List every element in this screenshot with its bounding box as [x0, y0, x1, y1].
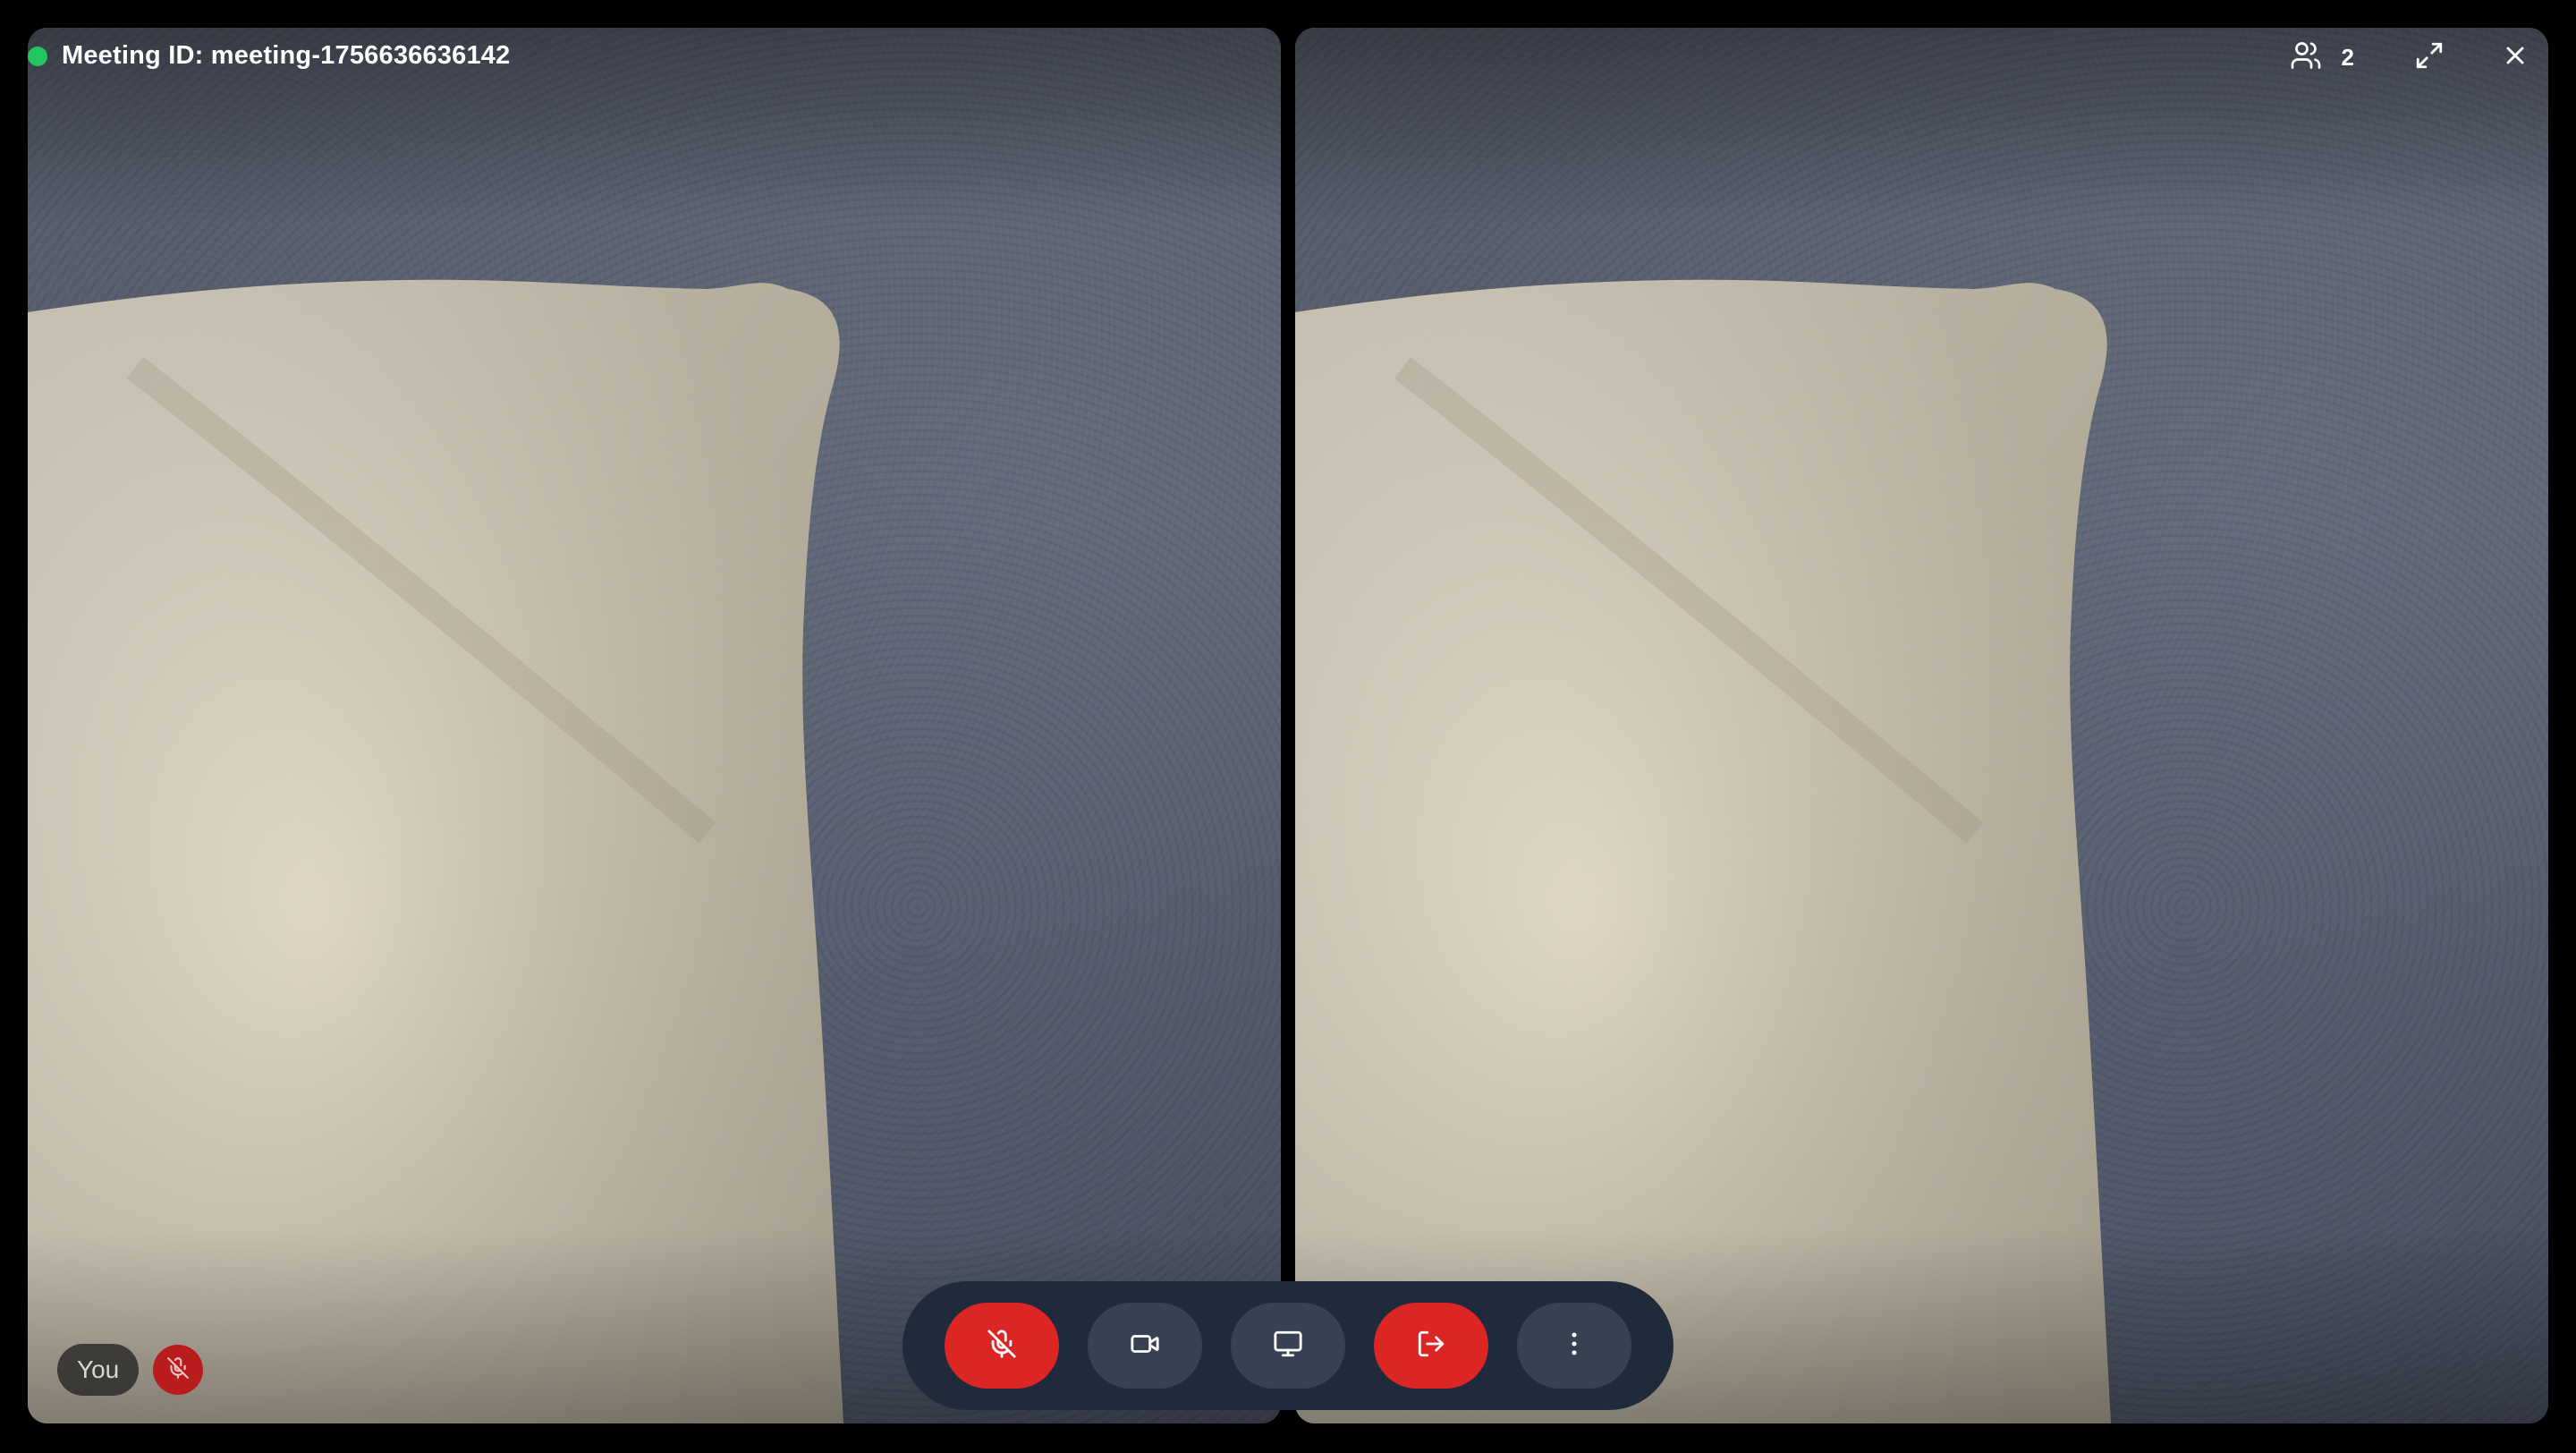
- logout-icon: [1416, 1329, 1446, 1364]
- users-icon: [2290, 39, 2322, 76]
- meeting-stage: Meeting ID: meeting-1756636636142 2 You: [0, 0, 2576, 1453]
- more-options-button[interactable]: [1517, 1303, 1631, 1389]
- participant-name-label: You: [57, 1344, 140, 1396]
- close-button[interactable]: [2490, 32, 2540, 82]
- top-right-controls: 2: [2290, 32, 2540, 82]
- leave-meeting-button[interactable]: [1374, 1303, 1488, 1389]
- participants-button[interactable]: 2: [2290, 32, 2354, 82]
- monitor-icon: [1273, 1329, 1303, 1364]
- muted-indicator: [153, 1345, 204, 1395]
- close-icon: [2501, 41, 2529, 74]
- screen-share-button[interactable]: [1231, 1303, 1345, 1389]
- call-control-bar: [902, 1281, 1674, 1410]
- video-feed-remote: [1295, 279, 2111, 1423]
- participant-count: 2: [2341, 43, 2354, 71]
- fullscreen-button[interactable]: [2404, 32, 2454, 82]
- video-tile-remote[interactable]: [1295, 28, 2548, 1423]
- meeting-id-label: Meeting ID: meeting-1756636636142: [62, 41, 511, 70]
- more-vertical-icon: [1559, 1329, 1589, 1364]
- video-icon: [1130, 1329, 1160, 1364]
- video-tile-local[interactable]: [28, 28, 1281, 1423]
- live-status-dot: [28, 46, 47, 66]
- camera-toggle-button[interactable]: [1088, 1303, 1202, 1389]
- mic-off-icon: [166, 1356, 190, 1384]
- video-feed-local: [28, 279, 843, 1423]
- expand-icon: [2414, 40, 2445, 75]
- mute-toggle-button[interactable]: [945, 1303, 1059, 1389]
- meeting-info: Meeting ID: meeting-1756636636142: [28, 41, 510, 71]
- mic-off-icon: [987, 1329, 1017, 1364]
- local-name-badge: You: [57, 1344, 204, 1396]
